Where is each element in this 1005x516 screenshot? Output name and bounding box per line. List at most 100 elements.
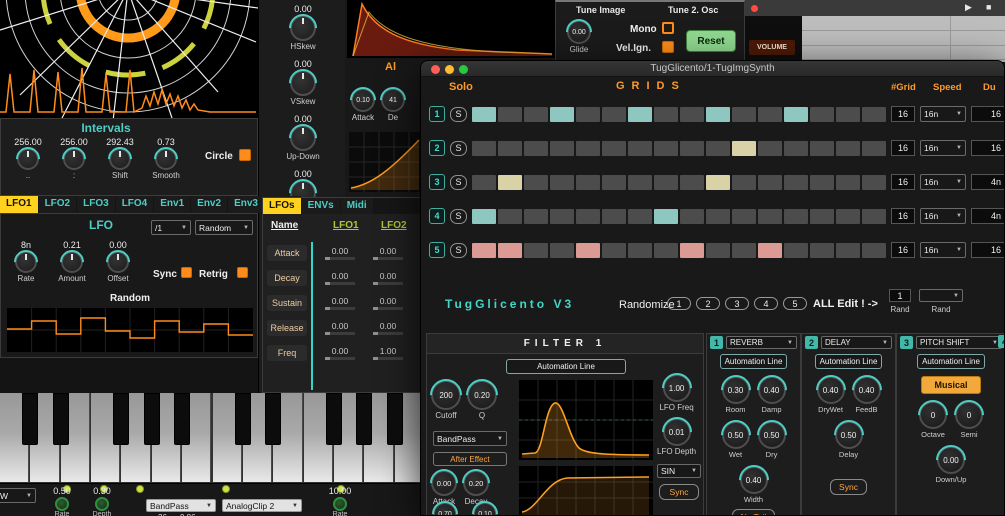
grid-cell[interactable] [680, 140, 704, 156]
grid-cell[interactable] [784, 242, 808, 258]
grid-cell[interactable] [862, 242, 886, 258]
grid-row-number[interactable]: 1 [429, 106, 445, 122]
grid-row-number[interactable]: 5 [429, 242, 445, 258]
grid-cell[interactable] [628, 208, 652, 224]
grid-cell[interactable] [758, 106, 782, 122]
grid-speed-select[interactable]: 16n ▼ [920, 106, 966, 122]
grid-speed-select[interactable]: 16n ▼ [920, 242, 966, 258]
column-header-name[interactable]: Name [271, 220, 298, 231]
tab-env3[interactable]: Env3 [228, 196, 264, 213]
grid-cell[interactable] [836, 242, 860, 258]
grid-cell[interactable] [602, 140, 626, 156]
minimize-icon[interactable] [445, 65, 454, 74]
effect-type-select[interactable]: REVERB ▼ [726, 336, 797, 349]
effect-type-select[interactable]: DELAY ▼ [821, 336, 892, 349]
grid-cell[interactable] [602, 208, 626, 224]
lfo-freq-knob[interactable]: 1.00 [662, 374, 691, 402]
q-knob[interactable]: 0.20 [467, 380, 497, 410]
grid-cell[interactable] [836, 174, 860, 190]
piano-black-key[interactable] [234, 393, 251, 445]
grid-cell[interactable] [862, 106, 886, 122]
grid-cell[interactable] [628, 140, 652, 156]
piano-black-key[interactable] [52, 393, 69, 445]
decay-knob[interactable]: 0.20 [463, 470, 489, 496]
mod-value-slider[interactable] [325, 256, 355, 260]
cutoff-knob[interactable]: 200 [431, 380, 461, 410]
randomize-button-4[interactable]: 4 [754, 297, 778, 310]
rate2-knob[interactable] [333, 497, 347, 511]
rand-count-box[interactable]: 1 [889, 289, 911, 302]
grid-cell[interactable] [732, 242, 756, 258]
filter-type-select[interactable]: BandPass ▼ [433, 431, 507, 446]
grid-cell[interactable] [862, 140, 886, 156]
grid-cell[interactable] [732, 106, 756, 122]
solo-button[interactable]: S [450, 242, 467, 258]
mod-value[interactable]: 1.00 [373, 346, 403, 360]
down-up-knob[interactable]: 0.00 [936, 446, 965, 474]
randomize-button-5[interactable]: 5 [783, 297, 807, 310]
mod-param-name[interactable]: Release [267, 319, 307, 336]
hskew-knob[interactable] [290, 15, 316, 41]
velign-checkbox[interactable] [662, 41, 674, 53]
grid-cell[interactable] [680, 208, 704, 224]
rate-knob[interactable] [55, 497, 69, 511]
tab-envs[interactable]: ENVs [301, 198, 340, 214]
effect-type-select[interactable]: PITCH SHIFT ▼ [916, 336, 1002, 349]
grid-cell[interactable] [472, 208, 496, 224]
grid-cell[interactable] [602, 106, 626, 122]
grid-cell[interactable] [550, 242, 574, 258]
grid-row-number[interactable]: 3 [429, 174, 445, 190]
tab-env2[interactable]: Env2 [191, 196, 228, 213]
grid-cell[interactable] [680, 242, 704, 258]
grid-cell[interactable] [862, 174, 886, 190]
piano-black-key[interactable] [113, 393, 130, 445]
automation-line-button[interactable]: Automation Line [719, 354, 788, 369]
mod-value-slider[interactable] [373, 256, 403, 260]
tab-midi[interactable]: Midi [340, 198, 373, 214]
grid-duration[interactable]: 16 [971, 242, 1004, 258]
close-icon[interactable] [431, 65, 440, 74]
grid-cell[interactable] [472, 106, 496, 122]
mod-value-slider[interactable] [325, 306, 355, 310]
grid-cell[interactable] [758, 208, 782, 224]
piano-black-key[interactable] [22, 393, 39, 445]
de-knob[interactable]: 41 [381, 88, 405, 112]
grid-cell[interactable] [810, 208, 834, 224]
mod-param-name[interactable]: Sustain [267, 294, 307, 311]
grid-cell[interactable] [654, 106, 678, 122]
mod-value[interactable]: 0.00 [325, 346, 355, 360]
column-header-lfo1[interactable]: LFO1 [333, 220, 359, 231]
octave-knob[interactable]: 0 [919, 401, 947, 429]
delay-knob[interactable]: 0.50 [834, 421, 863, 449]
grid-duration[interactable]: 4n [971, 174, 1004, 190]
wet-knob[interactable]: 0.50 [721, 421, 750, 449]
bottom-left-select[interactable]: W ▼ [0, 488, 36, 503]
grid-count[interactable]: 16 [891, 242, 915, 258]
stop-icon[interactable]: ■ [986, 2, 991, 12]
grid-duration[interactable]: 16 [971, 106, 1004, 122]
grid-cell[interactable] [706, 140, 730, 156]
grid-cell[interactable] [706, 208, 730, 224]
automation-line-button[interactable]: Automation Line [506, 359, 626, 374]
grid-cell[interactable] [680, 106, 704, 122]
grid-cell[interactable] [576, 140, 600, 156]
vskew-knob[interactable] [290, 70, 316, 96]
piano-black-key[interactable] [265, 393, 282, 445]
grid-cell[interactable] [498, 140, 522, 156]
musical-button[interactable]: Musical [921, 376, 981, 394]
sync-button[interactable]: Sync [830, 479, 867, 495]
mod-value-slider[interactable] [373, 281, 403, 285]
grid-cell[interactable] [758, 140, 782, 156]
solo-button[interactable]: S [450, 208, 467, 224]
grid-cell[interactable] [810, 174, 834, 190]
piano-black-key[interactable] [143, 393, 160, 445]
grid-cell[interactable] [550, 140, 574, 156]
grid-cell[interactable] [550, 208, 574, 224]
shift-knob[interactable] [109, 148, 131, 170]
play-icon[interactable]: ▶ [965, 2, 972, 13]
grid-cell[interactable] [654, 242, 678, 258]
grid-cell[interactable] [784, 208, 808, 224]
grid-cell[interactable] [576, 242, 600, 258]
no-tail-button[interactable]: No Tail [731, 509, 776, 515]
solo-button[interactable]: S [450, 174, 467, 190]
